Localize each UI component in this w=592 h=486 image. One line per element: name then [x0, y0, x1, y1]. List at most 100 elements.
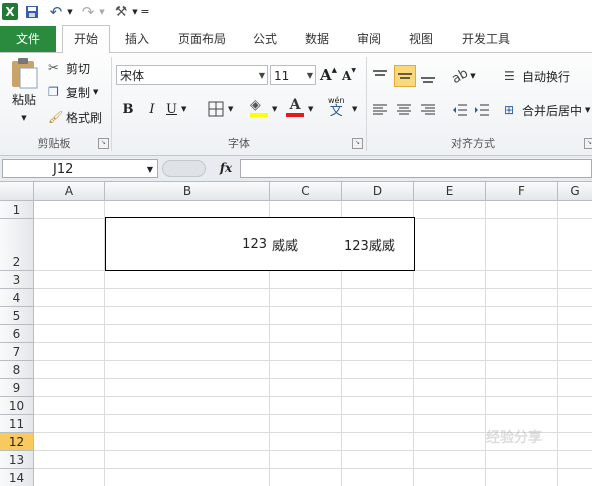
tab-insert[interactable]: 插入: [116, 28, 158, 50]
formula-input[interactable]: [240, 159, 592, 178]
undo-icon[interactable]: ↶: [48, 3, 64, 21]
row-header-14[interactable]: 14: [0, 469, 34, 486]
row-header-2[interactable]: 2: [0, 219, 34, 271]
align-right-button[interactable]: [420, 99, 440, 121]
chevron-down-icon: ▼: [306, 71, 313, 80]
phonetic-button[interactable]: wén 文: [328, 95, 345, 121]
row-header-4[interactable]: 4: [0, 289, 34, 307]
row-header-6[interactable]: 6: [0, 325, 34, 343]
borders-button[interactable]: ▼: [208, 99, 233, 119]
gridline: [34, 396, 592, 397]
tab-page-layout[interactable]: 页面布局: [170, 28, 234, 50]
font-name-combo[interactable]: 宋体 ▼: [116, 65, 268, 85]
align-right-icon: [421, 104, 435, 115]
tab-view[interactable]: 视图: [402, 28, 440, 50]
font-color-swatch: [286, 113, 304, 117]
fill-color-button[interactable]: ◈: [250, 97, 268, 119]
tab-file[interactable]: 文件: [0, 26, 56, 52]
align-bottom-icon: [421, 77, 435, 83]
chevron-down-icon[interactable]: ▼: [308, 105, 313, 113]
grow-font-button[interactable]: A ▲: [320, 65, 337, 85]
insert-function-button[interactable]: fx: [215, 159, 237, 178]
column-header-d[interactable]: D: [342, 182, 414, 201]
cell-d2[interactable]: 123威威: [342, 217, 415, 271]
row-header-1[interactable]: 1: [0, 201, 34, 219]
chevron-down-icon[interactable]: ▼: [272, 105, 277, 113]
column-header-e[interactable]: E: [414, 182, 486, 201]
gridline: [34, 450, 592, 451]
underline-button[interactable]: U ▼: [166, 99, 186, 119]
gridline: [34, 468, 592, 469]
row-header-9[interactable]: 9: [0, 379, 34, 397]
cell-c2[interactable]: 威威: [270, 217, 343, 271]
fill-bucket-icon: ◈: [250, 97, 261, 113]
excel-app-icon[interactable]: X: [2, 3, 18, 20]
gridline: [34, 342, 592, 343]
tab-formulas[interactable]: 公式: [246, 28, 284, 50]
italic-button[interactable]: I: [142, 99, 162, 119]
tools-icon[interactable]: ⚒: [112, 3, 130, 20]
align-middle-button[interactable]: [394, 65, 416, 87]
column-header-f[interactable]: F: [486, 182, 558, 201]
tab-data[interactable]: 数据: [298, 28, 336, 50]
save-icon[interactable]: [24, 3, 40, 20]
merge-center-icon: ⊞: [504, 103, 515, 117]
format-painter-label: 格式刷: [66, 110, 103, 125]
cell-b2[interactable]: 123: [105, 217, 271, 271]
customize-qat-icon[interactable]: =: [140, 3, 150, 20]
row-header-7[interactable]: 7: [0, 343, 34, 361]
font-launcher-icon[interactable]: ↘: [352, 138, 363, 149]
name-box[interactable]: J12 ▼: [2, 159, 158, 178]
row-header-10[interactable]: 10: [0, 397, 34, 415]
column-header-g[interactable]: G: [558, 182, 592, 201]
row-header-11[interactable]: 11: [0, 415, 34, 433]
wrap-text-button[interactable]: ☰ 自动换行: [504, 66, 570, 86]
tools-dropdown-icon[interactable]: ▼: [131, 3, 139, 20]
tab-review[interactable]: 审阅: [350, 28, 388, 50]
shrink-font-button[interactable]: A ▼: [342, 67, 356, 85]
format-painter-button[interactable]: 🖌 格式刷: [48, 108, 102, 126]
row-header-13[interactable]: 13: [0, 451, 34, 469]
row-header-12[interactable]: 12: [0, 433, 34, 451]
column-header-b[interactable]: B: [105, 182, 270, 201]
grow-font-icon: A: [320, 66, 332, 84]
orientation-button[interactable]: ab ▼: [449, 65, 475, 87]
alignment-launcher-icon[interactable]: ↘: [584, 138, 592, 149]
bold-button[interactable]: B: [118, 99, 138, 119]
merge-center-button[interactable]: ⊞ 合并后居中 ▼: [504, 100, 590, 120]
column-header-a[interactable]: A: [34, 182, 105, 201]
cut-button[interactable]: ✂ 剪切: [48, 59, 90, 77]
copy-button[interactable]: ❐ 复制 ▼: [48, 83, 98, 101]
formula-bar: J12 ▼ fx: [0, 156, 592, 182]
formula-bar-splitter[interactable]: [162, 160, 206, 177]
paste-button[interactable]: 粘贴 ▼: [6, 57, 42, 129]
ribbon-tabs: 文件 开始 插入 页面布局 公式 数据 审阅 视图 开发工具: [0, 24, 592, 54]
redo-dropdown-icon[interactable]: ▼: [98, 3, 106, 20]
tab-developer[interactable]: 开发工具: [454, 28, 518, 50]
clipboard-launcher-icon[interactable]: ↘: [98, 138, 109, 149]
row-header-3[interactable]: 3: [0, 271, 34, 289]
align-left-button[interactable]: [372, 99, 392, 121]
align-top-button[interactable]: [372, 65, 392, 87]
worksheet-grid[interactable]: A B C D E F G 1 2 3 4 5 6 7 8 9 10 11 12…: [0, 182, 592, 486]
gridline: [34, 414, 592, 415]
align-bottom-button[interactable]: [420, 65, 440, 87]
select-all-corner[interactable]: [0, 182, 34, 201]
font-size-combo[interactable]: 11 ▼: [270, 65, 316, 85]
column-header-c[interactable]: C: [270, 182, 342, 201]
paste-icon: [12, 58, 38, 89]
paste-dropdown-icon: ▼: [21, 114, 27, 122]
decrease-indent-button[interactable]: [452, 99, 472, 121]
align-center-icon: [397, 104, 411, 115]
tab-home[interactable]: 开始: [62, 25, 110, 54]
font-color-button[interactable]: A: [286, 97, 304, 119]
increase-indent-button[interactable]: [474, 99, 494, 121]
chevron-down-icon: ▼: [258, 71, 265, 80]
gridline: [34, 324, 592, 325]
redo-icon[interactable]: ↷: [80, 3, 96, 21]
chevron-down-icon[interactable]: ▼: [352, 105, 357, 113]
align-center-button[interactable]: [396, 99, 416, 121]
row-header-8[interactable]: 8: [0, 361, 34, 379]
undo-dropdown-icon[interactable]: ▼: [66, 3, 74, 20]
row-header-5[interactable]: 5: [0, 307, 34, 325]
